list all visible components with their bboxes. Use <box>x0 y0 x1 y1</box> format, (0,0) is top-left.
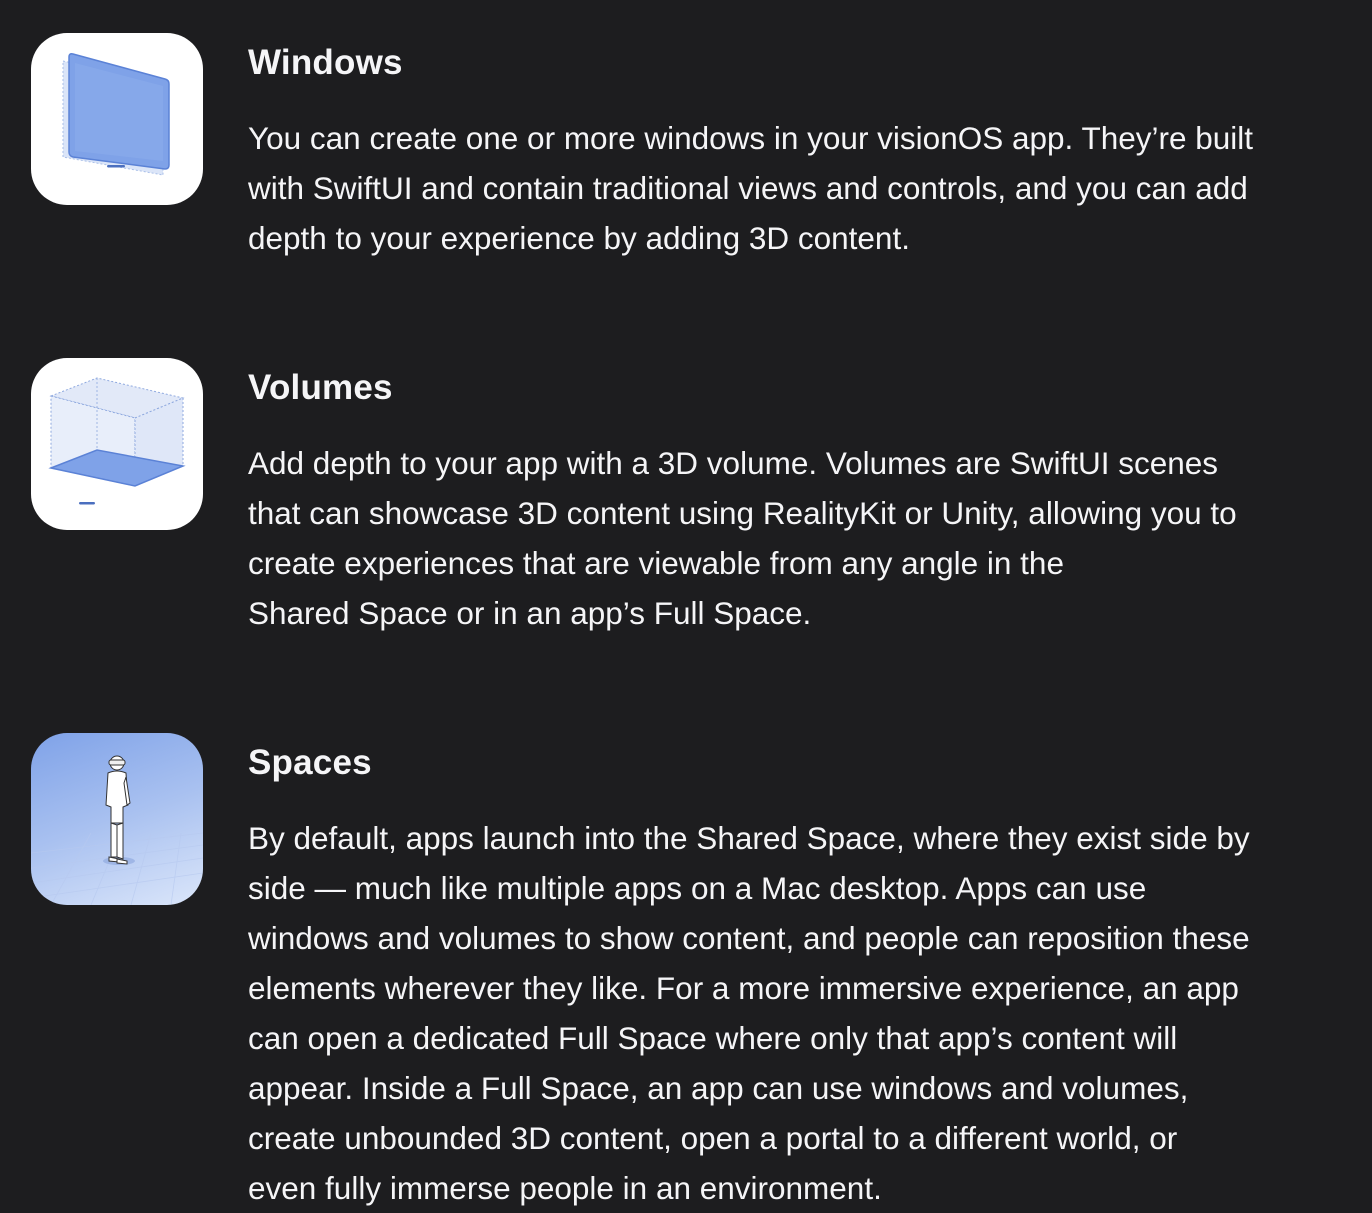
section-title: Volumes <box>248 368 393 407</box>
body-line: appear. Inside a Full Space, an app can … <box>248 1070 1189 1106</box>
window-icon <box>31 33 203 205</box>
body-line: Shared Space or in an app’s Full Space. <box>248 595 812 631</box>
section-body: Add depth to your app with a 3D volume. … <box>248 438 1358 638</box>
body-line: side — much like multiple apps on a Mac … <box>248 870 1147 906</box>
body-line: create experiences that are viewable fro… <box>248 545 1064 581</box>
body-line: By default, apps launch into the Shared … <box>248 820 1250 856</box>
body-line: with SwiftUI and contain traditional vie… <box>248 170 1248 206</box>
section-body: You can create one or more windows in yo… <box>248 113 1358 263</box>
body-line: that can showcase 3D content using Reali… <box>248 495 1237 531</box>
volume-cube-icon <box>31 358 203 530</box>
body-line: create unbounded 3D content, open a port… <box>248 1120 1178 1156</box>
body-line: even fully immerse people in an environm… <box>248 1170 882 1206</box>
body-line: You can create one or more windows in yo… <box>248 120 1254 156</box>
body-line: Add depth to your app with a 3D volume. … <box>248 445 1219 481</box>
person-in-space-icon <box>31 733 203 905</box>
body-line: can open a dedicated Full Space where on… <box>248 1020 1178 1056</box>
body-line: elements wherever they like. For a more … <box>248 970 1239 1006</box>
body-line: windows and volumes to show content, and… <box>248 920 1250 956</box>
section-title: Spaces <box>248 743 372 782</box>
body-line: depth to your experience by adding 3D co… <box>248 220 910 256</box>
section-title: Windows <box>248 43 403 82</box>
section-body: By default, apps launch into the Shared … <box>248 813 1358 1213</box>
